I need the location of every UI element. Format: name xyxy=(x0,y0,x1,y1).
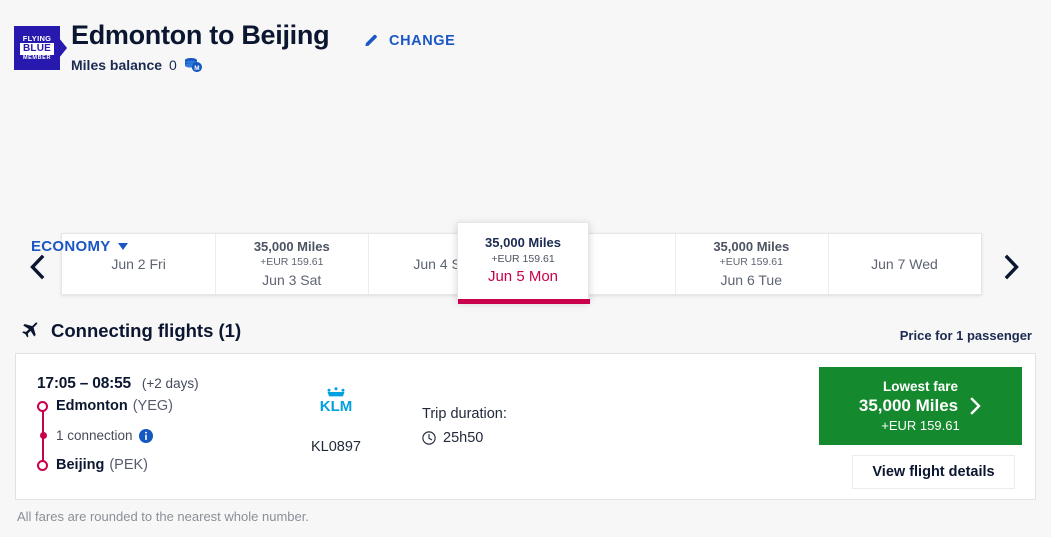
flying-blue-logo-line2: BLUE xyxy=(19,43,55,55)
change-search-button[interactable]: CHANGE xyxy=(363,32,455,49)
date-cell-label: Jun 5 Mon xyxy=(487,268,559,286)
destination-dot-icon xyxy=(37,460,48,471)
pencil-icon xyxy=(365,34,377,47)
flight-days-offset: (+2 days) xyxy=(141,376,199,391)
cabin-class-dropdown[interactable]: ECONOMY xyxy=(31,238,128,255)
destination-city: Beijing xyxy=(56,457,105,473)
trip-duration-value: 25h50 xyxy=(443,430,484,446)
origin-row: Edmonton (YEG) xyxy=(56,398,173,414)
chevron-right-icon xyxy=(970,397,981,415)
flight-depart-arrive: 17:05 – 08:55 xyxy=(37,375,131,392)
date-cell-label: Jun 2 Fri xyxy=(111,255,166,272)
view-flight-details-label: View flight details xyxy=(872,464,995,480)
date-cell-jun7[interactable]: Jun 7 Wed xyxy=(827,234,981,294)
chevron-left-icon xyxy=(30,254,45,280)
selected-date-underline xyxy=(458,299,590,304)
miles-balance: Miles balance 0 M xyxy=(71,56,203,73)
klm-logo: KLM xyxy=(320,387,353,415)
clock-icon xyxy=(422,431,436,445)
results-section-header: Connecting flights (1) xyxy=(18,320,241,342)
connection-dot-icon xyxy=(39,432,47,439)
connection-label: 1 connection xyxy=(56,428,133,443)
flight-result-card: 17:05 – 08:55 (+2 days) Edmonton (YEG) 1… xyxy=(15,353,1036,500)
date-cell-jun3[interactable]: 35,000 Miles +EUR 159.61 Jun 3 Sat xyxy=(215,234,368,294)
lowest-fare-miles: 35,000 Miles xyxy=(858,396,959,415)
page-title: Edmonton to Beijing xyxy=(71,20,330,50)
miles-coins-icon: M xyxy=(184,58,202,73)
date-next-button[interactable] xyxy=(995,250,1029,284)
destination-row: Beijing (PEK) xyxy=(56,457,148,473)
price-passenger-note: Price for 1 passenger xyxy=(899,328,1032,343)
date-cell-price: +EUR 159.61 xyxy=(260,255,324,268)
page-header: FLYING BLUE MEMBER Edmonton to Beijing C… xyxy=(0,0,1051,100)
carrier-block: KLM KL0897 xyxy=(281,387,391,455)
results-section-title: Connecting flights (1) xyxy=(51,320,242,341)
date-cell-miles: 35,000 Miles xyxy=(253,238,330,254)
date-cell-price: +EUR 159.61 xyxy=(719,255,783,268)
trip-duration-block: Trip duration: 25h50 xyxy=(422,406,507,446)
airplane-icon xyxy=(22,322,38,338)
lowest-fare-miles-row: 35,000 Miles xyxy=(859,396,982,416)
destination-code: (PEK) xyxy=(109,457,149,473)
date-cell-miles: 35,000 Miles xyxy=(485,235,561,251)
lowest-fare-label: Lowest fare xyxy=(882,379,959,394)
date-cell-label: Jun 7 Wed xyxy=(871,255,938,272)
flying-blue-logo-line1: FLYING xyxy=(22,33,52,43)
origin-dot-icon xyxy=(37,401,48,412)
miles-balance-value: 0 xyxy=(169,56,177,73)
origin-code: (YEG) xyxy=(132,398,173,414)
date-cell-miles: 35,000 Miles xyxy=(713,238,790,254)
date-cell-label: Jun 6 Tue xyxy=(720,271,783,288)
connection-info[interactable]: 1 connection xyxy=(56,428,153,443)
flight-search-results-page: FLYING BLUE MEMBER Edmonton to Beijing C… xyxy=(0,0,1051,537)
change-search-label: CHANGE xyxy=(389,32,456,49)
lowest-fare-price: +EUR 159.61 xyxy=(881,418,960,433)
chevron-down-icon xyxy=(117,243,128,250)
fares-footnote: All fares are rounded to the nearest who… xyxy=(17,509,309,524)
trip-duration-label: Trip duration: xyxy=(422,406,507,422)
view-flight-details-button[interactable]: View flight details xyxy=(852,455,1015,489)
info-icon[interactable] xyxy=(138,428,153,443)
trip-duration-row: 25h50 xyxy=(422,430,507,446)
date-strip: Jun 2 Fri 35,000 Miles +EUR 159.61 Jun 3… xyxy=(0,112,1051,304)
origin-city: Edmonton xyxy=(56,398,128,414)
select-lowest-fare-button[interactable]: Lowest fare 35,000 Miles +EUR 159.61 xyxy=(819,367,1022,445)
flight-times: 17:05 – 08:55 (+2 days) xyxy=(37,375,199,393)
svg-text:M: M xyxy=(194,65,199,72)
flying-blue-logo: FLYING BLUE MEMBER xyxy=(14,26,67,70)
date-cell-jun6[interactable]: 35,000 Miles +EUR 159.61 Jun 6 Tue xyxy=(674,234,828,294)
date-cell-price: +EUR 159.61 xyxy=(491,252,555,265)
date-prev-button[interactable] xyxy=(20,250,54,284)
miles-balance-label: Miles balance xyxy=(71,56,163,73)
date-cell-label: Jun 3 Sat xyxy=(262,271,322,288)
chevron-right-icon xyxy=(1004,254,1019,280)
svg-text:KLM: KLM xyxy=(320,398,353,415)
date-cell-jun5-selected[interactable]: 35,000 Miles +EUR 159.61 Jun 5 Mon xyxy=(457,222,590,304)
flying-blue-logo-line3: MEMBER xyxy=(22,55,52,61)
cabin-class-label: ECONOMY xyxy=(31,238,111,255)
flight-number: KL0897 xyxy=(311,439,361,455)
